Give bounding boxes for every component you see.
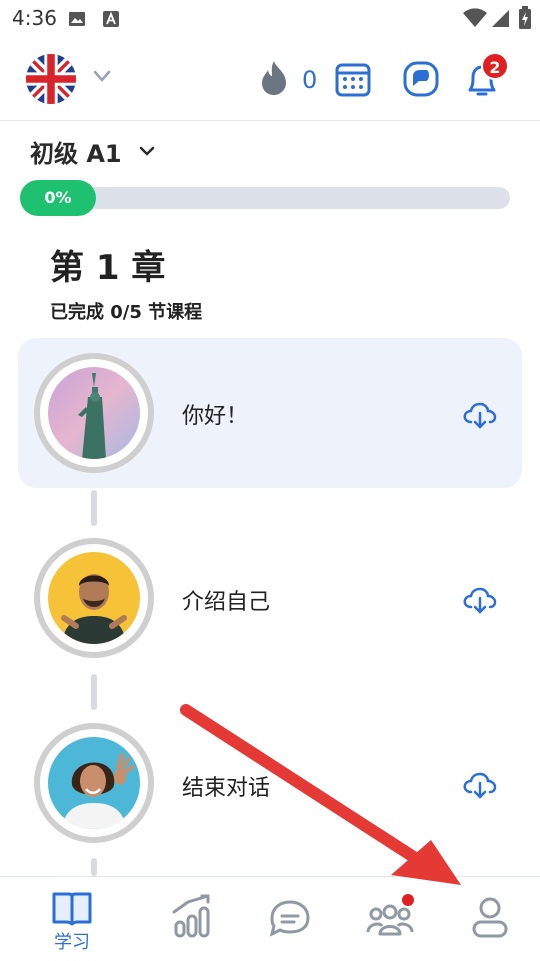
conversation-icon[interactable] (262, 888, 322, 948)
lesson-path-connector (91, 858, 97, 876)
level-chevron-down-icon[interactable] (136, 140, 158, 162)
lesson-title[interactable]: 介绍自己 (182, 584, 270, 616)
notification-count-badge: 2 (481, 52, 509, 80)
lesson-title[interactable]: 你好！ (182, 398, 248, 430)
streak-flame-icon[interactable] (258, 60, 290, 96)
level-selector[interactable]: 初级 A1 (30, 134, 122, 169)
app-notification-icon (103, 11, 119, 27)
cellular-signal-icon (492, 10, 509, 27)
status-time: 4:36 (12, 6, 57, 30)
cloud-download-icon[interactable] (462, 585, 498, 615)
wifi-icon (463, 8, 487, 27)
battery-icon (519, 6, 531, 29)
lesson-path-connector (91, 490, 97, 526)
chat-bubble-icon[interactable] (402, 60, 440, 98)
language-chevron-down-icon[interactable] (92, 66, 112, 86)
cloud-download-icon[interactable] (462, 400, 498, 430)
chapter-title: 第 1 章 (50, 248, 166, 288)
nav-learn-label[interactable]: 学习 (50, 928, 94, 954)
lesson-title[interactable]: 结束对话 (182, 770, 270, 802)
chapter-progress-text: 已完成 0/5 节课程 (50, 302, 203, 323)
waving-woman-photo (48, 737, 140, 829)
cloud-download-icon[interactable] (462, 770, 498, 800)
statue-of-liberty-photo (48, 367, 140, 459)
image-notification-icon (69, 12, 85, 26)
profile-icon[interactable] (460, 888, 520, 948)
uk-flag-icon[interactable] (26, 54, 76, 104)
calendar-icon[interactable] (334, 60, 372, 98)
progress-chart-icon[interactable] (162, 888, 222, 948)
level-progress-label: 0% (20, 180, 96, 216)
smiling-man-photo (48, 552, 140, 644)
community-notification-dot (402, 894, 414, 906)
streak-count[interactable]: 0 (302, 66, 317, 94)
lesson-path-connector (91, 674, 97, 710)
